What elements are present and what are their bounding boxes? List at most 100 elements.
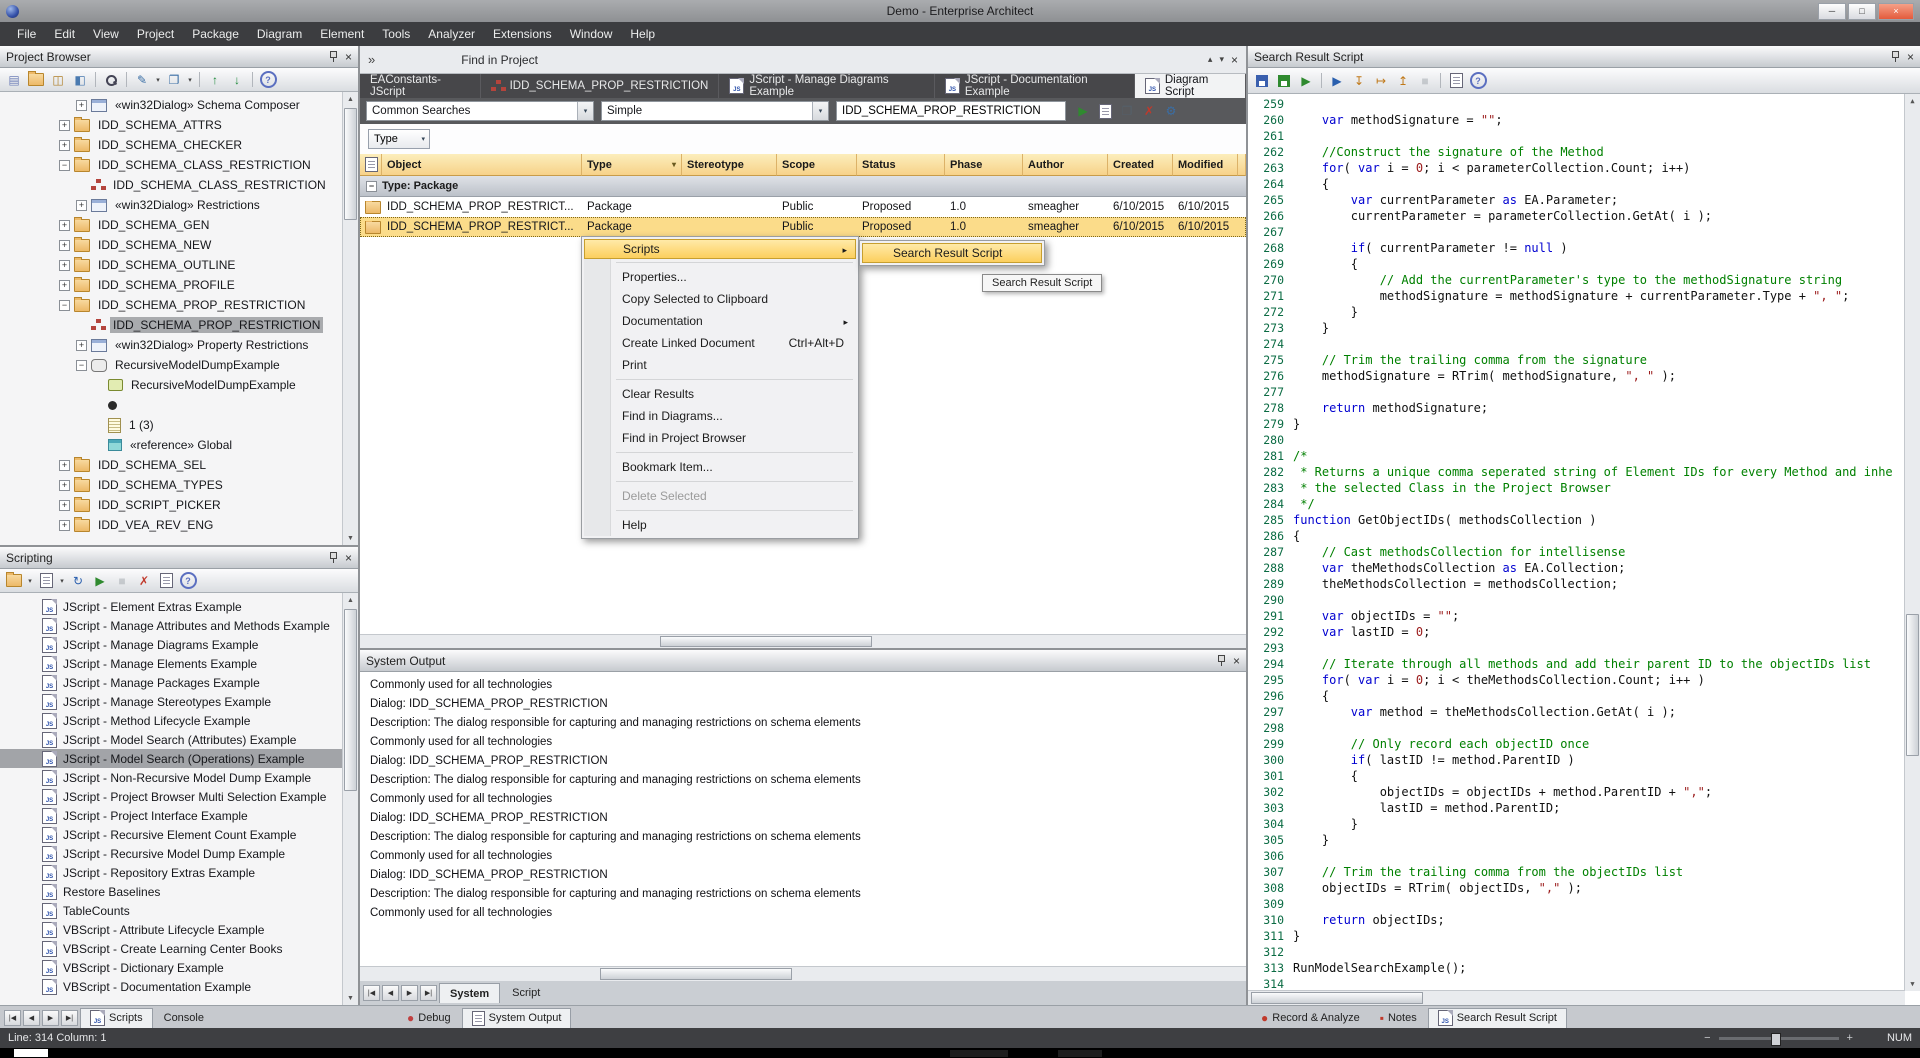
tree-item[interactable]: +IDD_SCHEMA_CHECKER	[0, 135, 358, 155]
caret-down-icon[interactable]: ▾	[58, 577, 66, 585]
close-icon[interactable]: ×	[1231, 54, 1238, 66]
tree-item[interactable]: +IDD_SCHEMA_NEW	[0, 235, 358, 255]
menu-diagram[interactable]: Diagram	[248, 22, 311, 46]
collapse-icon[interactable]: −	[76, 360, 87, 371]
scrollbar[interactable]: ▲ ▼	[342, 92, 358, 545]
close-icon[interactable]: ×	[345, 552, 352, 564]
menu-item-search-result-script[interactable]: Search Result Script	[862, 243, 1042, 263]
dock-tab-notes[interactable]: ▪Notes	[1371, 1008, 1426, 1028]
expand-icon[interactable]: +	[59, 480, 70, 491]
new-search-button[interactable]	[1095, 101, 1115, 121]
menu-item-create-linked-document[interactable]: Create Linked DocumentCtrl+Alt+D	[584, 332, 856, 354]
column-header-modified[interactable]: Modified	[1173, 154, 1238, 176]
collapse-icon[interactable]: −	[59, 300, 70, 311]
column-header-stereotype[interactable]: Stereotype	[682, 154, 777, 176]
script-list-item[interactable]: JSJScript - Recursive Model Dump Example	[0, 844, 358, 863]
menu-item-help[interactable]: Help	[584, 514, 856, 536]
pin-icon[interactable]	[329, 51, 338, 62]
expand-icon[interactable]: +	[59, 120, 70, 131]
help-button[interactable]: ?	[258, 70, 278, 90]
script-list-item[interactable]: JSJScript - Non-Recursive Model Dump Exa…	[0, 768, 358, 787]
scroll-up-icon[interactable]: ▲	[343, 92, 358, 106]
taskbar-item[interactable]	[14, 1049, 48, 1057]
step-into-button[interactable]: ↧	[1349, 71, 1369, 91]
tree-item[interactable]: +«win32Dialog» Schema Composer	[0, 95, 358, 115]
dock-tab-record-analyze[interactable]: ●Record & Analyze	[1252, 1008, 1369, 1028]
delete-button[interactable]: ✗	[134, 571, 154, 591]
close-icon[interactable]: ×	[1907, 51, 1914, 63]
tab-jscript-manage-diagrams-example[interactable]: JSJScript - Manage Diagrams Example	[719, 74, 935, 98]
last-page-button[interactable]: ▶|	[61, 1010, 78, 1026]
column-header-status[interactable]: Status	[857, 154, 945, 176]
menu-extensions[interactable]: Extensions	[484, 22, 561, 46]
maximize-button[interactable]: □	[1848, 3, 1876, 20]
script-list-item[interactable]: JSVBScript - Create Learning Center Book…	[0, 939, 358, 958]
script-list-item[interactable]: JSJScript - Model Search (Operations) Ex…	[0, 749, 358, 768]
column-header-created[interactable]: Created	[1108, 154, 1173, 176]
script-list-item[interactable]: JSJScript - Project Interface Example	[0, 806, 358, 825]
zoom-in-icon[interactable]: +	[1847, 1032, 1853, 1044]
dock-tab-system-output[interactable]: System Output	[462, 1008, 572, 1028]
expand-icon[interactable]: +	[59, 140, 70, 151]
scroll-down-icon[interactable]: ▼	[1905, 977, 1920, 991]
pin-icon[interactable]	[1217, 655, 1226, 666]
script-list-item[interactable]: JSJScript - Manage Elements Example	[0, 654, 358, 673]
chevron-up-icon[interactable]: ▴	[1208, 54, 1213, 65]
expand-icon[interactable]: +	[76, 100, 87, 111]
pin-icon[interactable]	[329, 552, 338, 563]
stop-button[interactable]: ■	[112, 571, 132, 591]
run-group-button[interactable]: ▶	[1296, 71, 1316, 91]
tree-item[interactable]: IDD_SCHEMA_CLASS_RESTRICTION	[0, 175, 358, 195]
tree-item[interactable]: +«win32Dialog» Restrictions	[0, 195, 358, 215]
expand-icon[interactable]: +	[76, 200, 87, 211]
menu-item-copy-selected-to-clipboard[interactable]: Copy Selected to Clipboard	[584, 288, 856, 310]
menu-project[interactable]: Project	[128, 22, 183, 46]
scroll-down-icon[interactable]: ▼	[343, 531, 358, 545]
menu-item-find-in-diagrams[interactable]: Find in Diagrams...	[584, 405, 856, 427]
tab-eaconstants-jscript[interactable]: EAConstants-JScript	[360, 74, 481, 98]
stop-button[interactable]: ■	[1415, 71, 1435, 91]
menu-tools[interactable]: Tools	[373, 22, 419, 46]
zoom-slider[interactable]	[1719, 1037, 1839, 1040]
dock-tab-debug[interactable]: ●Debug	[398, 1008, 460, 1028]
menu-item-scripts[interactable]: Scripts▸	[584, 239, 856, 259]
tree-item[interactable]: IDD_SCHEMA_PROP_RESTRICTION	[0, 315, 358, 335]
refresh-button[interactable]: ↻	[68, 571, 88, 591]
tree-item[interactable]: +IDD_SCHEMA_OUTLINE	[0, 255, 358, 275]
dock-tab-scripts[interactable]: JSScripts	[80, 1008, 153, 1028]
column-header-object[interactable]: Object	[382, 154, 582, 176]
table-row[interactable]: IDD_SCHEMA_PROP_RESTRICT...PackagePublic…	[360, 217, 1246, 237]
taskbar-item[interactable]	[1058, 1050, 1102, 1057]
expand-icon[interactable]: +	[59, 520, 70, 531]
script-list-item[interactable]: JSRestore Baselines	[0, 882, 358, 901]
expand-icon[interactable]: +	[59, 280, 70, 291]
edit-button[interactable]: ✎	[132, 70, 152, 90]
new-package-button[interactable]	[26, 70, 46, 90]
prev-page-button[interactable]: ◀	[23, 1010, 40, 1026]
chevron-right-icon[interactable]: »	[368, 52, 375, 67]
script-list-item[interactable]: JSJScript - Recursive Element Count Exam…	[0, 825, 358, 844]
step-out-button[interactable]: ↥	[1393, 71, 1413, 91]
menu-item-properties[interactable]: Properties...	[584, 266, 856, 288]
new-model-button[interactable]: ▤	[4, 70, 24, 90]
close-icon[interactable]: ×	[345, 51, 352, 63]
script-list-item[interactable]: JSJScript - Element Extras Example	[0, 597, 358, 616]
close-button[interactable]: ×	[1878, 3, 1914, 20]
menu-help[interactable]: Help	[621, 22, 664, 46]
caret-down-icon[interactable]: ▾	[26, 577, 34, 585]
script-list-item[interactable]: JSJScript - Project Browser Multi Select…	[0, 787, 358, 806]
dock-tab-console[interactable]: Console	[155, 1008, 213, 1028]
expand-icon[interactable]: +	[59, 460, 70, 471]
tree-item[interactable]: RecursiveModelDumpExample	[0, 375, 358, 395]
run-script-button[interactable]: ▶	[90, 571, 110, 591]
menu-item-print[interactable]: Print	[584, 354, 856, 376]
tree-item[interactable]: −IDD_SCHEMA_CLASS_RESTRICTION	[0, 155, 358, 175]
tree-item[interactable]: +IDD_VEA_REV_ENG	[0, 515, 358, 535]
tree-item[interactable]: +IDD_SCRIPT_PICKER	[0, 495, 358, 515]
move-down-button[interactable]: ↓	[227, 70, 247, 90]
script-list-item[interactable]: JSVBScript - Dictionary Example	[0, 958, 358, 977]
new-script-button[interactable]	[36, 571, 56, 591]
group-by-type-dropdown[interactable]: Type ▾	[368, 129, 430, 149]
tab-diagram-script[interactable]: JSDiagram Script	[1135, 74, 1246, 98]
script-list-item[interactable]: JSTableCounts	[0, 901, 358, 920]
